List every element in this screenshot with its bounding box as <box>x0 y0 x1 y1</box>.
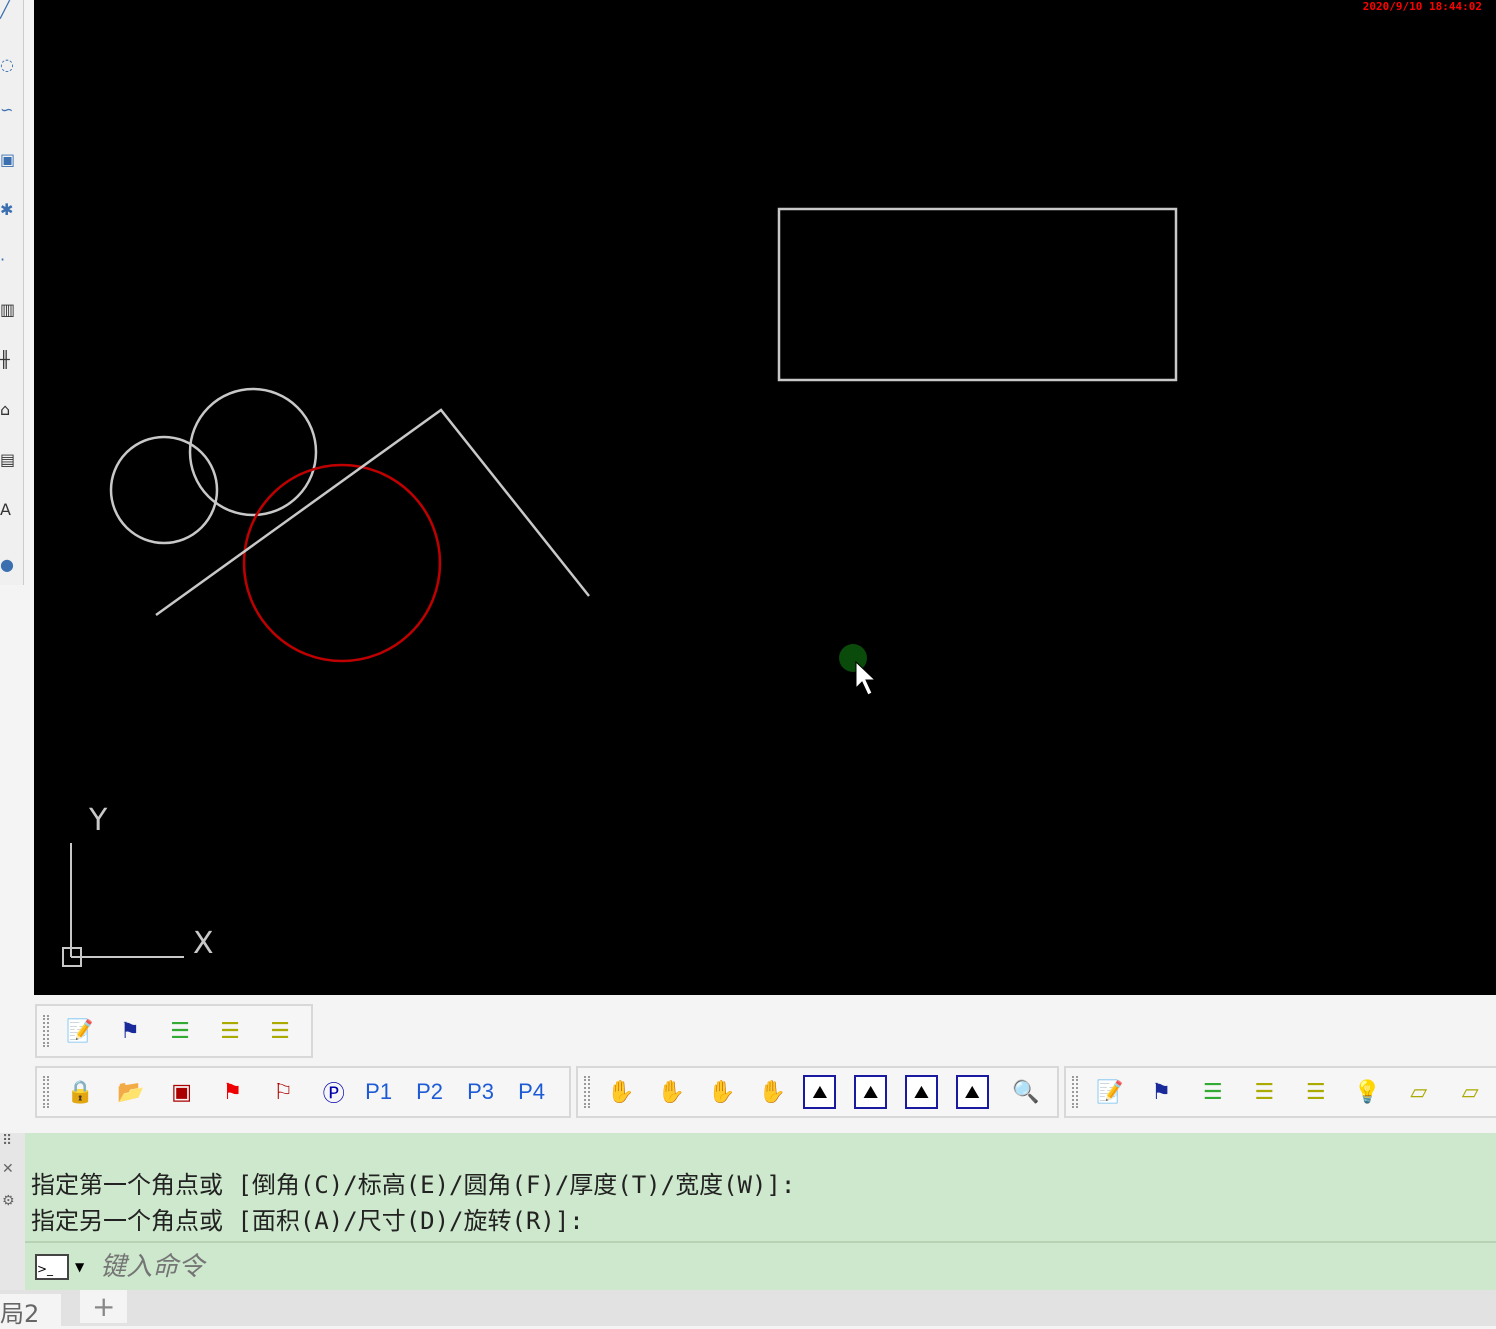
viewport-icon[interactable]: ▣ <box>162 1072 201 1112</box>
toolbar-grip[interactable] <box>584 1076 590 1108</box>
circle-red[interactable] <box>242 463 442 663</box>
chevron-down-icon[interactable]: ▼ <box>75 1260 84 1274</box>
rectangle[interactable] <box>777 207 1178 382</box>
polyline[interactable] <box>155 408 590 617</box>
point-icon[interactable]: ✱ <box>0 200 14 219</box>
drawing-canvas[interactable]: 2020/9/10 18:44:02 Y X <box>34 0 1496 995</box>
close-icon[interactable]: ✕ <box>2 1161 25 1177</box>
view-down-icon[interactable]: ⛰ <box>854 1075 888 1109</box>
layer-previous-icon[interactable]: ⚑ <box>111 1011 149 1051</box>
layout-tabs: 局2 + <box>0 1290 1496 1329</box>
command-sidebar: ⠿ ✕ ⚙ <box>0 1133 25 1290</box>
grip-icon[interactable]: ⠿ <box>2 1133 25 1149</box>
layer-change-icon[interactable]: ☰ <box>261 1011 299 1051</box>
command-input[interactable] <box>100 1251 701 1282</box>
arc-icon[interactable]: ◌ <box>0 55 14 74</box>
table-icon[interactable]: ▤ <box>0 450 14 469</box>
insert-block-icon[interactable]: ▣ <box>0 150 14 169</box>
command-history-line: 指定第一个角点或 [倒角(C)/标高(E)/圆角(F)/厚度(T)/宽度(W)]… <box>31 1171 796 1199</box>
view-up-icon[interactable]: ⛰ <box>803 1075 837 1109</box>
tab-layout2[interactable]: 局2 <box>0 1294 62 1329</box>
drawing: Y X <box>62 207 1178 967</box>
ucs-icon <box>62 843 184 967</box>
flag-frame-icon[interactable]: ⚐ <box>264 1072 303 1112</box>
toolbar-grip[interactable] <box>43 1076 49 1108</box>
layer-stack-icon[interactable]: ☰ <box>161 1011 199 1051</box>
toolbar-grip[interactable] <box>43 1015 49 1047</box>
circle-small[interactable] <box>109 435 219 545</box>
layers-toolbar-2: 📝 ⚑ ☰ ☰ ☰ 💡 ▱ ▱ <box>1064 1066 1496 1118</box>
dot-icon[interactable]: · <box>0 250 14 269</box>
zoom-icon[interactable]: 🔍 <box>1007 1072 1045 1112</box>
pan-left-icon[interactable]: ✋ <box>753 1072 791 1112</box>
hatch-icon[interactable]: ▥ <box>0 300 14 319</box>
layer-match-icon[interactable]: ☰ <box>1244 1072 1284 1112</box>
lock-icon[interactable]: 🔒 <box>61 1072 100 1112</box>
view-right-icon[interactable]: ⛰ <box>905 1075 938 1109</box>
pan-down-icon[interactable]: ✋ <box>652 1072 690 1112</box>
toolbar-grip[interactable] <box>1072 1076 1078 1108</box>
layer-properties-icon[interactable]: 📝 <box>1090 1072 1130 1112</box>
spline-icon[interactable]: ∽ <box>0 100 14 119</box>
mtext-icon[interactable]: A <box>0 500 14 519</box>
layer-stack-icon[interactable]: ☰ <box>1193 1072 1233 1112</box>
layer-off-icon[interactable]: ▱ <box>1399 1072 1439 1112</box>
layers-toolbar: 📝 ⚑ ☰ ☰ ☰ <box>35 1004 313 1058</box>
gradient-icon[interactable]: ╫ <box>0 350 14 369</box>
layer-freeze-icon[interactable]: ▱ <box>1450 1072 1490 1112</box>
region-icon[interactable]: ⌂ <box>0 400 14 419</box>
flag-icon[interactable]: ⚑ <box>213 1072 252 1112</box>
command-prompt-icon[interactable]: >_ <box>35 1253 69 1280</box>
zoom-toolbar: ✋ ✋ ✋ ✋ ⛰ ⛰ ⛰ ⛰ 🔍 <box>576 1066 1059 1118</box>
layer-match-icon[interactable]: ☰ <box>211 1011 249 1051</box>
p3-button[interactable]: P3 <box>467 1079 498 1105</box>
add-selected-icon[interactable]: ● <box>0 555 14 574</box>
light-bulb-icon[interactable]: 💡 <box>1347 1072 1387 1112</box>
circle-medium[interactable] <box>188 387 318 517</box>
draw-toolbar: ╱ ◌ ∽ ▣ ✱ · ▥ ╫ ⌂ ▤ A ● <box>0 0 24 585</box>
cursor-icon <box>855 660 877 696</box>
pan-right-icon[interactable]: ✋ <box>703 1072 741 1112</box>
layer-previous-icon[interactable]: ⚑ <box>1141 1072 1181 1112</box>
p4-button[interactable]: P4 <box>518 1079 549 1105</box>
add-tab-button[interactable]: + <box>80 1290 128 1323</box>
ucs-x-label: X <box>193 926 214 961</box>
p-frame-icon[interactable]: Ⓟ <box>314 1072 353 1112</box>
ucs-y-label: Y <box>88 803 108 838</box>
pan-up-icon[interactable]: ✋ <box>602 1072 640 1112</box>
open-folder-icon[interactable]: 📂 <box>112 1072 151 1112</box>
p1-button[interactable]: P1 <box>365 1079 396 1105</box>
view-left-icon[interactable]: ⛰ <box>955 1075 989 1109</box>
settings-icon[interactable]: ⚙ <box>2 1193 25 1209</box>
layer-change-icon[interactable]: ☰ <box>1296 1072 1336 1112</box>
view-toolbar: 🔒 📂 ▣ ⚑ ⚐ Ⓟ P1 P2 P3 P4 <box>35 1066 571 1118</box>
command-history-line: 指定另一个角点或 [面积(A)/尺寸(D)/旋转(R)]: <box>31 1207 584 1235</box>
p2-button[interactable]: P2 <box>416 1079 447 1105</box>
line-icon[interactable]: ╱ <box>0 0 14 19</box>
layer-properties-icon[interactable]: 📝 <box>61 1011 99 1051</box>
command-line: 指定第一个角点或 [倒角(C)/标高(E)/圆角(F)/厚度(T)/宽度(W)]… <box>25 1133 1496 1290</box>
